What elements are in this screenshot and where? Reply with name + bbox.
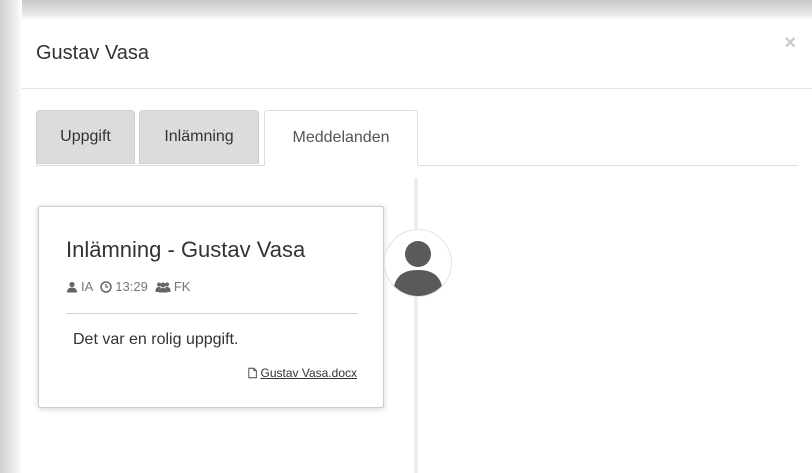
attachment-link[interactable]: Gustav Vasa.docx [247,366,358,380]
tab-bar: Uppgift Inlämning Meddelanden [36,110,798,166]
users-icon [155,282,171,292]
user-avatar-icon [384,229,452,297]
timeline-line [414,178,418,473]
tab-uppgift[interactable]: Uppgift [36,110,135,164]
user-icon [67,281,77,292]
modal-dialog: Gustav Vasa × Uppgift Inlämning Meddelan… [22,20,812,473]
modal-title: Gustav Vasa [36,42,150,64]
message-body: Det var en rolig uppgift. [73,331,239,348]
message-card: Inlämning - Gustav Vasa IA 13:29 FK Det … [38,206,384,408]
message-author: IA [81,279,94,294]
message-title: Inlämning - Gustav Vasa [66,237,306,262]
message-time: 13:29 [115,279,148,294]
message-meta: IA 13:29 FK [66,279,190,294]
attachment-filename: Gustav Vasa.docx [260,366,358,380]
close-button[interactable]: × [784,32,796,55]
window-shadow-left [0,0,22,473]
message-group: FK [173,279,191,294]
modal-header: Gustav Vasa × [22,20,812,89]
tab-inlamning[interactable]: Inlämning [139,110,259,164]
file-icon [247,367,257,379]
clock-icon [100,280,113,293]
card-divider [66,313,358,314]
tab-meddelanden[interactable]: Meddelanden [264,110,418,166]
